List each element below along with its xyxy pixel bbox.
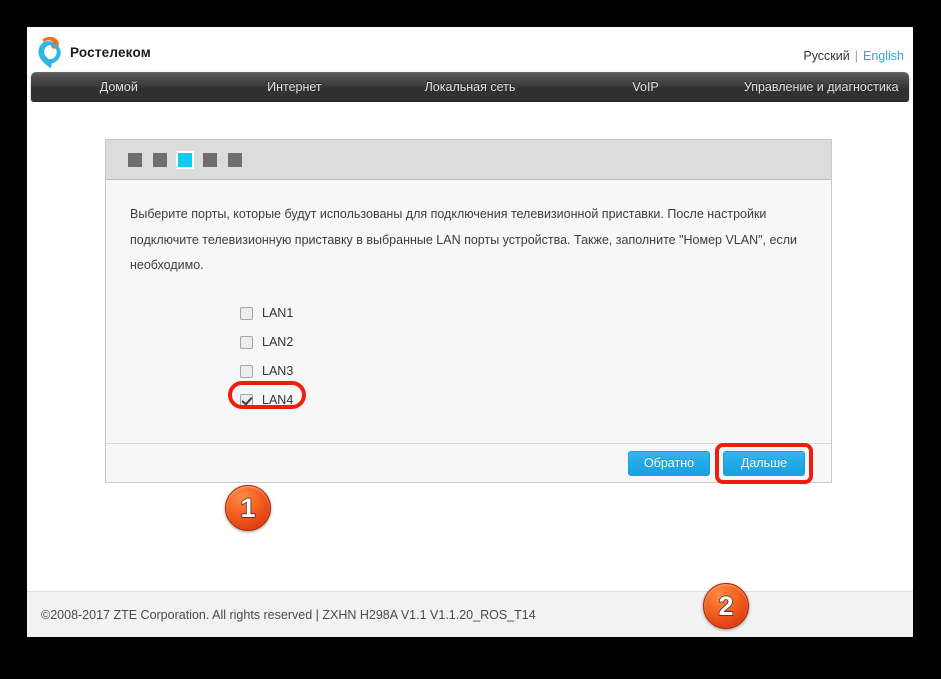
callout-badge-2-number: 2	[718, 590, 734, 621]
brand-logo[interactable]: Ростелеком	[34, 35, 151, 69]
lan-port-list: LAN1 LAN2 LAN3 LAN4	[228, 299, 807, 415]
lan4-label[interactable]: LAN4	[262, 393, 293, 407]
nav-item-voip[interactable]: VoIP	[558, 72, 734, 102]
wizard-body: Выберите порты, которые будут использова…	[106, 180, 831, 443]
wizard-panel: Выберите порты, которые будут использова…	[105, 139, 832, 484]
nav-item-lan[interactable]: Локальная сеть	[382, 72, 558, 102]
lan2-checkbox[interactable]	[240, 335, 253, 349]
lan1-label[interactable]: LAN1	[262, 306, 293, 320]
lang-english[interactable]: English	[863, 49, 904, 63]
port-row-lan2[interactable]: LAN2	[240, 328, 807, 357]
wizard-step-1[interactable]	[128, 152, 142, 167]
callout-badge-1-number: 1	[240, 492, 256, 523]
main-navigation: Домой Интернет Локальная сеть VoIP Управ…	[31, 72, 909, 102]
page-header: Ростелеком Русский | English	[27, 27, 913, 72]
nav-item-management[interactable]: Управление и диагностика	[733, 72, 909, 102]
wizard-step-4[interactable]	[203, 152, 217, 167]
screenshot-root: Ростелеком Русский | English Домой Интерне…	[0, 0, 941, 679]
lang-separator: |	[854, 49, 858, 63]
port-row-lan3[interactable]: LAN3	[240, 357, 807, 386]
port-row-lan4[interactable]: LAN4	[228, 380, 807, 415]
instruction-text: Выберите порты, которые будут использова…	[130, 207, 797, 273]
next-button-wrapper: Дальше	[715, 442, 813, 484]
nav-item-home[interactable]: Домой	[31, 72, 207, 102]
language-switcher: Русский | English	[803, 49, 904, 63]
router-admin-page: Ростелеком Русский | English Домой Интерне…	[27, 27, 913, 637]
port-row-lan1[interactable]: LAN1	[240, 299, 807, 328]
lan3-label[interactable]: LAN3	[262, 364, 293, 378]
wizard-step-5[interactable]	[228, 152, 242, 167]
copyright-text: ©2008-2017 ZTE Corporation. All rights r…	[41, 607, 536, 622]
wizard-footer-actions: Обратно Дальше	[106, 442, 831, 484]
next-button[interactable]: Дальше	[723, 450, 805, 476]
lan3-checkbox[interactable]	[240, 364, 253, 378]
lan4-checkbox[interactable]	[240, 393, 253, 407]
callout-badge-2: 2	[703, 583, 749, 629]
wizard-step-3-active[interactable]	[178, 152, 192, 167]
lang-russian[interactable]: Русский	[803, 49, 849, 63]
brand-name: Ростелеком	[70, 44, 151, 60]
rostelecom-ear-logo-icon	[34, 36, 64, 68]
wizard-step-2[interactable]	[153, 152, 167, 167]
wizard-step-indicator	[106, 140, 831, 180]
lan2-label[interactable]: LAN2	[262, 335, 293, 349]
back-button[interactable]: Обратно	[628, 450, 710, 476]
page-content: Выберите порты, которые будут использова…	[27, 102, 913, 629]
nav-item-internet[interactable]: Интернет	[207, 72, 383, 102]
page-footer: ©2008-2017 ZTE Corporation. All rights r…	[27, 591, 913, 637]
lan1-checkbox[interactable]	[240, 306, 253, 320]
callout-badge-1: 1	[225, 485, 271, 531]
